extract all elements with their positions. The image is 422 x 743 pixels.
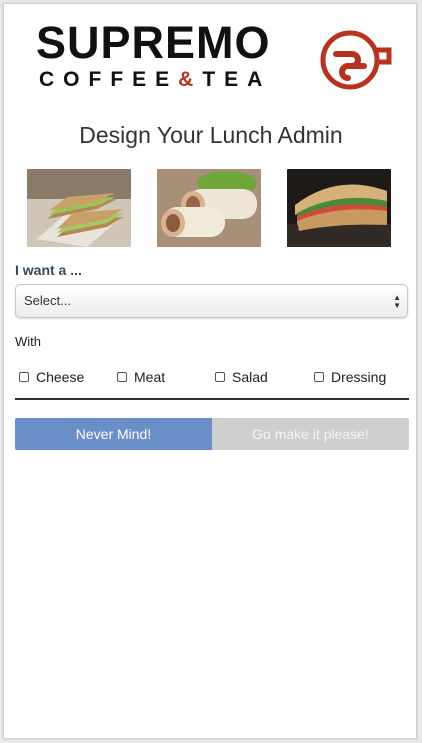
select-arrows-icon: ▲ ▼: [393, 293, 401, 310]
option-dressing-label: Dressing: [331, 369, 387, 385]
brand-tagline: COFFEE&TEA: [39, 68, 271, 92]
meat-checkbox[interactable]: [117, 372, 127, 382]
go-make-button[interactable]: Go make it please!: [212, 418, 409, 450]
select-value: Select...: [24, 293, 71, 308]
brand-tagline-right: TEA: [202, 68, 272, 91]
brand-tagline-left: COFFEE: [39, 68, 179, 91]
option-meat-label: Meat: [134, 369, 166, 385]
option-salad-label: Salad: [232, 369, 268, 385]
cheese-checkbox[interactable]: [19, 372, 29, 382]
brand-logo: SUPREMO COFFEE&TEA: [36, 18, 396, 98]
sandwich-type-select[interactable]: Select... ▲ ▼: [15, 284, 408, 318]
option-cheese-label: Cheese: [36, 369, 85, 385]
never-mind-button[interactable]: Never Mind!: [15, 418, 212, 450]
panini-photo[interactable]: [287, 169, 391, 247]
brand-cup-icon: [320, 30, 392, 90]
option-cheese[interactable]: Cheese: [19, 369, 84, 385]
salad-checkbox[interactable]: [215, 372, 225, 382]
with-label: With: [15, 334, 41, 349]
option-meat[interactable]: Meat: [117, 369, 165, 385]
wrap-photo[interactable]: [157, 169, 261, 247]
want-label: I want a ...: [15, 262, 82, 278]
dressing-checkbox[interactable]: [314, 372, 324, 382]
option-dressing[interactable]: Dressing: [314, 369, 386, 385]
page-title: Design Your Lunch Admin: [79, 122, 343, 148]
brand-tagline-amp: &: [178, 68, 203, 91]
brand-name: SUPREMO: [36, 17, 271, 68]
app-frame: SUPREMO COFFEE&TEA Design Your Lunch Adm…: [3, 3, 417, 739]
option-salad[interactable]: Salad: [215, 369, 268, 385]
divider: [15, 398, 409, 400]
sandwich-photo[interactable]: [27, 169, 131, 247]
